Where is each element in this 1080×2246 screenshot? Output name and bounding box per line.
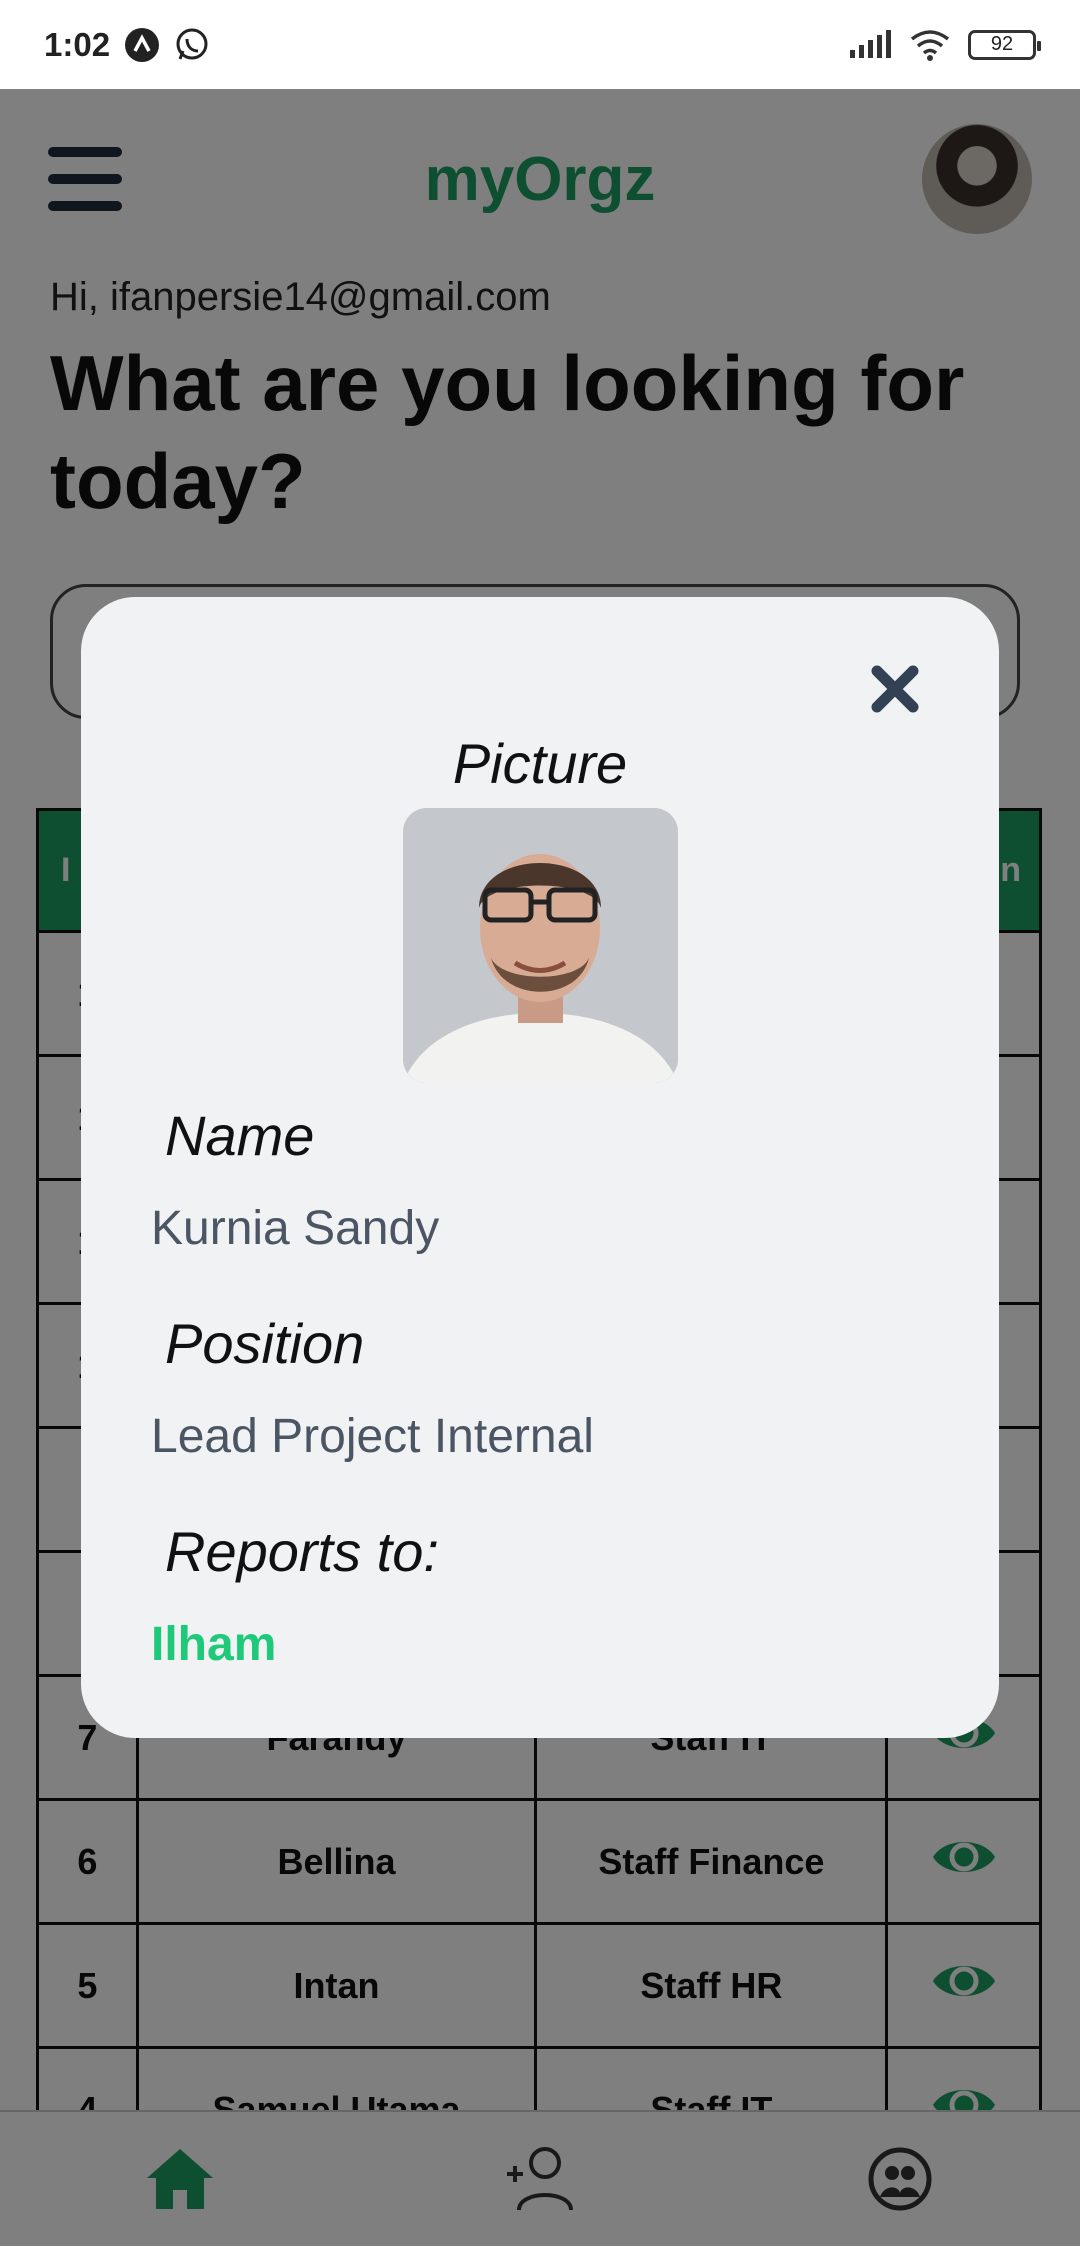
name-value: Kurnia Sandy [151, 1202, 440, 1255]
wifi-icon [910, 29, 950, 61]
close-button[interactable] [869, 663, 921, 715]
battery-level: 92 [990, 33, 1014, 55]
battery-indicator: 92 [968, 29, 1041, 60]
signal-icon [850, 29, 891, 58]
close-icon [871, 665, 919, 713]
reports-to-label: Reports to: [165, 1520, 439, 1583]
picture-label: Picture [452, 732, 628, 795]
whatsapp-icon [176, 28, 208, 60]
reports-to-value[interactable]: Ilham [151, 1617, 276, 1672]
name-label: Name [165, 1104, 315, 1167]
employee-photo [403, 808, 678, 1083]
employee-detail-modal: Picture Name Kurnia Sandy Position Lead … [81, 597, 999, 1738]
position-value: Lead Project Internal [151, 1410, 594, 1463]
status-time: 1:02 [44, 25, 111, 63]
status-bar: 1:02 92 [0, 0, 1080, 89]
position-label: Position [165, 1312, 365, 1375]
portrait-image [403, 808, 678, 1083]
notification-icon [125, 27, 160, 62]
